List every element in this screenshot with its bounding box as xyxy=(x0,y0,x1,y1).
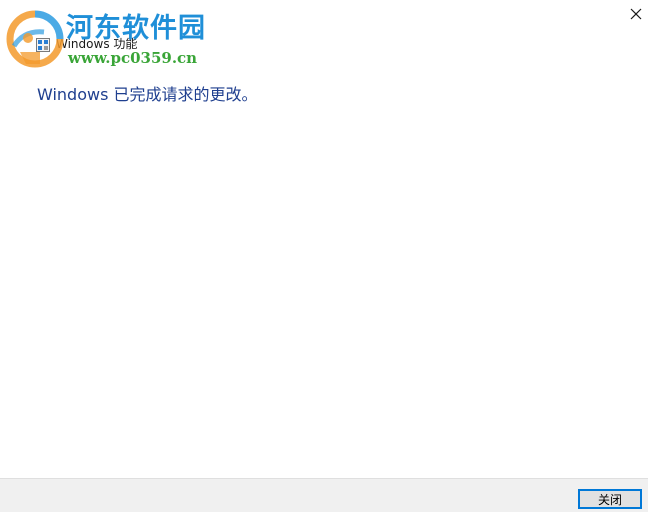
watermark-site-name: 河东软件园 xyxy=(66,13,206,44)
close-button[interactable]: 关闭 xyxy=(578,489,642,509)
watermark-url: www.pc0359.cn xyxy=(68,49,198,67)
watermark-logo-icon xyxy=(4,8,66,70)
close-icon xyxy=(630,8,642,20)
windows-features-dialog: Windows 功能 河东软件园 www.pc0359.cn Windows 已… xyxy=(0,0,648,512)
watermark: 河东软件园 www.pc0359.cn xyxy=(4,8,214,70)
dialog-footer: 关闭 xyxy=(0,478,648,512)
completion-message: Windows 已完成请求的更改。 xyxy=(37,85,258,104)
title-close-button[interactable] xyxy=(626,4,646,24)
